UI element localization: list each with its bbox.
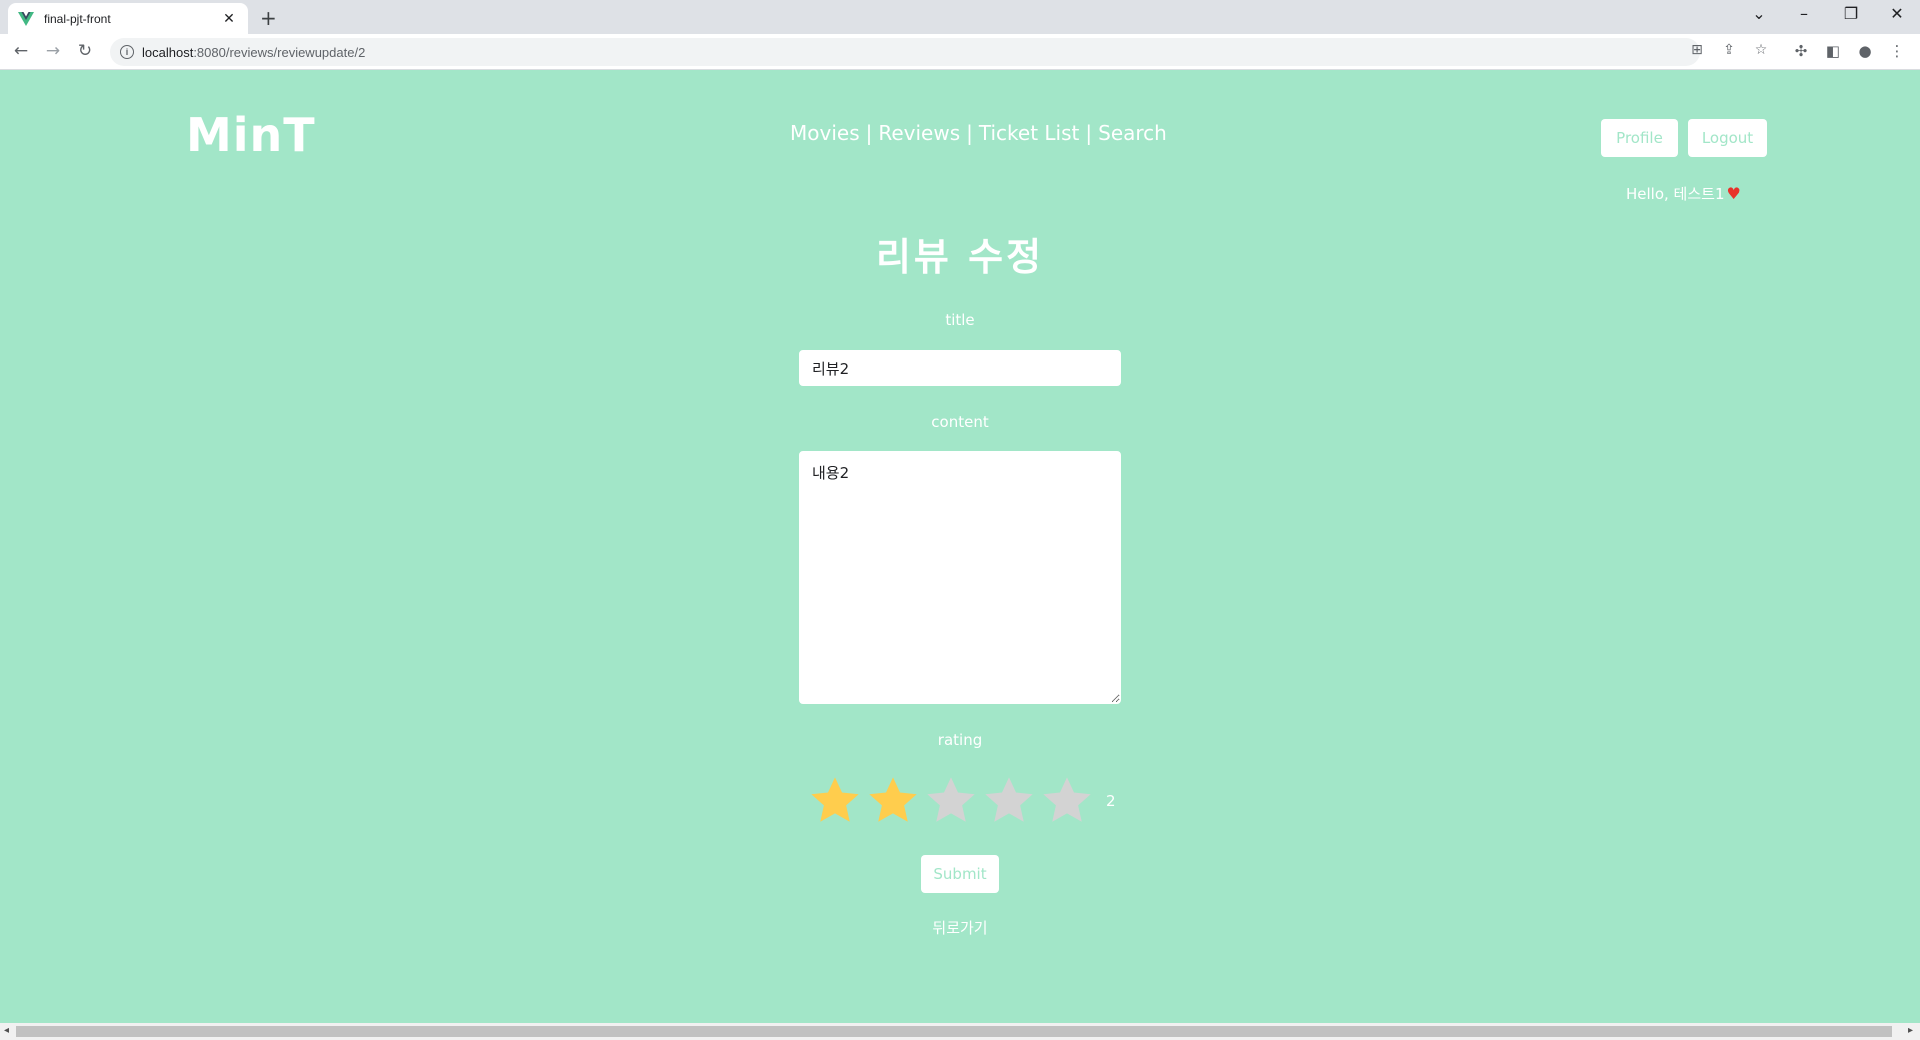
submit-button[interactable]: Submit <box>921 855 999 893</box>
nav-movies[interactable]: Movies <box>790 121 860 145</box>
new-tab-icon[interactable]: + <box>260 6 277 30</box>
url-host: localhost <box>142 44 194 60</box>
extensions-icon[interactable]: ✣ <box>1790 42 1812 60</box>
tab-title: final-pjt-front <box>44 11 111 26</box>
menu-kebab-icon[interactable]: ⋮ <box>1886 42 1908 60</box>
restore-icon[interactable]: ❐ <box>1828 4 1874 23</box>
star-icon[interactable] <box>864 772 922 830</box>
rating-label: rating <box>937 731 983 749</box>
reload-icon[interactable]: ↻ <box>74 41 96 61</box>
tab-close-icon[interactable]: ✕ <box>220 11 238 27</box>
nav-search[interactable]: Search <box>1098 121 1167 145</box>
bookmark-star-icon[interactable]: ☆ <box>1751 42 1771 58</box>
close-window-icon[interactable]: ✕ <box>1874 4 1920 23</box>
title-input[interactable] <box>799 350 1121 386</box>
forward-arrow-icon[interactable]: → <box>42 41 64 61</box>
browser-tabbar: final-pjt-front ✕ + ⌄ – ❐ ✕ <box>0 0 1920 34</box>
star-icon[interactable] <box>980 772 1038 830</box>
content-textarea[interactable]: 내용2 <box>799 451 1121 704</box>
profile-button[interactable]: Profile <box>1601 119 1678 157</box>
share-icon[interactable]: ⇪ <box>1719 42 1739 58</box>
translate-icon[interactable]: ⊞ <box>1687 42 1707 58</box>
greeting-text: Hello, 테스트1 <box>1626 185 1725 203</box>
scroll-left-icon[interactable]: ◂ <box>4 1025 9 1036</box>
scroll-right-icon[interactable]: ▸ <box>1908 1025 1913 1036</box>
back-arrow-icon[interactable]: ← <box>10 41 32 61</box>
url-path: :8080/reviews/reviewupdate/2 <box>193 44 366 60</box>
page-title: 리뷰 수정 <box>875 235 1045 279</box>
rating-value: 2 <box>1106 792 1116 810</box>
star-icon[interactable] <box>806 772 864 830</box>
url-text: localhost:8080/reviews/reviewupdate/2 <box>142 45 365 60</box>
title-label: title <box>945 311 975 329</box>
site-info-icon[interactable]: i <box>120 45 134 59</box>
back-link[interactable]: 뒤로가기 <box>0 917 1920 938</box>
scrollbar-thumb[interactable] <box>16 1026 1892 1037</box>
side-panel-icon[interactable]: ◧ <box>1822 42 1844 60</box>
profile-avatar-icon[interactable]: ● <box>1854 42 1876 60</box>
nav-separator: | <box>865 121 873 145</box>
star-icon[interactable] <box>1038 772 1096 830</box>
heart-icon: ♥ <box>1726 184 1741 203</box>
main-nav: Movies | Reviews | Ticket List | Search <box>790 121 1167 145</box>
site-logo[interactable]: MinT <box>186 108 316 162</box>
address-bar[interactable]: i localhost:8080/reviews/reviewupdate/2 <box>110 38 1700 66</box>
browser-tab[interactable]: final-pjt-front ✕ <box>8 3 248 34</box>
horizontal-scrollbar[interactable]: ◂ ▸ <box>0 1023 1920 1040</box>
browser-toolbar: ← → ↻ i localhost:8080/reviews/reviewupd… <box>0 34 1920 70</box>
nav-separator: | <box>1085 121 1093 145</box>
content-label: content <box>931 413 989 431</box>
vue-logo-icon <box>18 11 34 26</box>
minimize-icon[interactable]: – <box>1781 4 1827 23</box>
logout-button[interactable]: Logout <box>1688 119 1767 157</box>
greeting: Hello, 테스트1 ♥ <box>1626 183 1741 204</box>
tab-search-icon[interactable]: ⌄ <box>1736 4 1782 23</box>
nav-reviews[interactable]: Reviews <box>878 121 960 145</box>
nav-ticket-list[interactable]: Ticket List <box>979 121 1080 145</box>
star-icon[interactable] <box>922 772 980 830</box>
nav-separator: | <box>966 121 973 145</box>
star-rating: 2 <box>806 772 1116 830</box>
